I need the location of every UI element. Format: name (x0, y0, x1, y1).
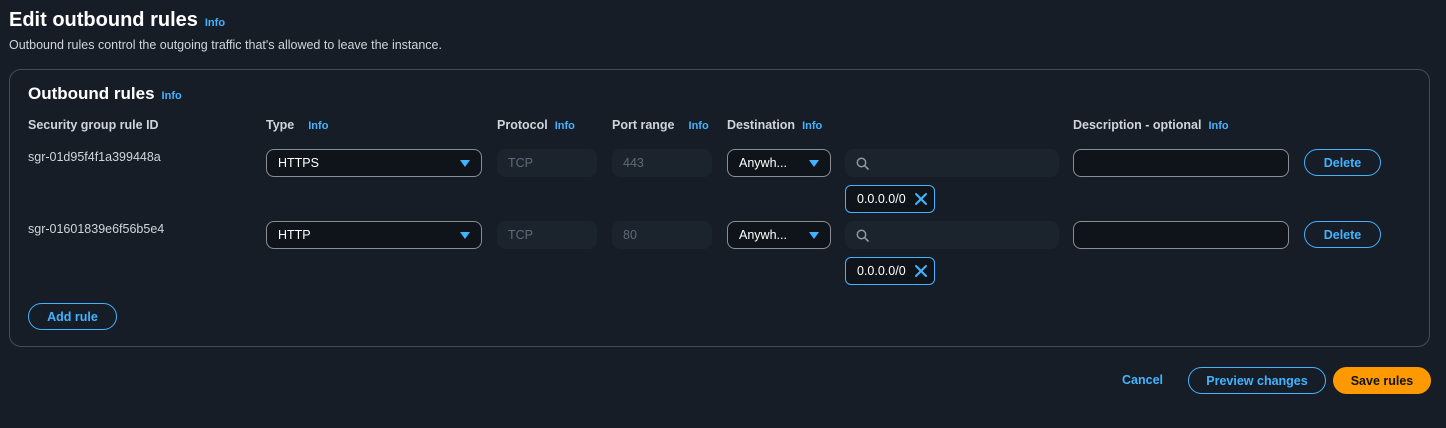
page-title-row: Edit outbound rules Info (9, 9, 225, 32)
destination-select-value: Anywh... (739, 156, 787, 170)
add-rule-button[interactable]: Add rule (28, 303, 117, 330)
destination-select[interactable]: Anywh... (727, 221, 831, 249)
cidr-token-label: 0.0.0.0/0 (857, 192, 906, 206)
column-header-destination-label: Destination (727, 118, 796, 132)
port-range-field: 80 (612, 221, 712, 249)
cidr-search-input[interactable] (845, 149, 1059, 177)
port-range-info-link[interactable]: Info (689, 120, 709, 132)
panel-title-row: Outbound rules Info (28, 84, 182, 104)
destination-info-link[interactable]: Info (802, 120, 822, 132)
column-header-port-range-label: Port range (612, 118, 675, 132)
close-icon[interactable] (914, 192, 928, 206)
column-header-type: Type Info (266, 118, 328, 132)
column-header-rule-id: Security group rule ID (28, 118, 159, 132)
cancel-button[interactable]: Cancel (1122, 373, 1163, 387)
description-input[interactable] (1073, 149, 1289, 177)
column-header-protocol-label: Protocol (497, 118, 548, 132)
outbound-rules-panel (9, 69, 1430, 347)
column-header-description: Description - optional Info (1073, 118, 1229, 132)
type-select-value: HTTP (278, 228, 311, 242)
description-input[interactable] (1073, 221, 1289, 249)
preview-changes-button[interactable]: Preview changes (1188, 367, 1326, 394)
caret-down-icon (460, 231, 470, 239)
column-header-protocol: Protocol Info (497, 118, 575, 132)
caret-down-icon (809, 231, 819, 239)
protocol-field: TCP (497, 149, 597, 177)
panel-title: Outbound rules (28, 84, 155, 103)
protocol-field: TCP (497, 221, 597, 249)
cidr-search-input[interactable] (845, 221, 1059, 249)
column-header-type-label: Type (266, 118, 295, 132)
type-select[interactable]: HTTP (266, 221, 482, 249)
panel-info-link[interactable]: Info (162, 90, 182, 102)
type-select[interactable]: HTTPS (266, 149, 482, 177)
protocol-info-link[interactable]: Info (555, 120, 575, 132)
save-rules-button[interactable]: Save rules (1333, 367, 1431, 394)
search-icon (856, 229, 869, 242)
caret-down-icon (809, 159, 819, 167)
page-subtitle: Outbound rules control the outgoing traf… (9, 38, 442, 52)
page-title: Edit outbound rules (9, 9, 198, 31)
destination-select-value: Anywh... (739, 228, 787, 242)
column-header-port-range: Port range Info (612, 118, 709, 132)
cidr-token: 0.0.0.0/0 (845, 185, 935, 213)
page-info-link[interactable]: Info (205, 17, 225, 29)
column-header-rule-id-label: Security group rule ID (28, 118, 159, 132)
description-info-link[interactable]: Info (1208, 120, 1228, 132)
delete-rule-button[interactable]: Delete (1304, 149, 1381, 176)
type-select-value: HTTPS (278, 156, 319, 170)
rule-id: sgr-01601839e6f56b5e4 (28, 222, 165, 236)
rule-id: sgr-01d95f4f1a399448a (28, 150, 161, 164)
port-range-field: 443 (612, 149, 712, 177)
close-icon[interactable] (914, 264, 928, 278)
column-header-description-label: Description - optional (1073, 118, 1202, 132)
cidr-token: 0.0.0.0/0 (845, 257, 935, 285)
column-header-destination: Destination Info (727, 118, 822, 132)
caret-down-icon (460, 159, 470, 167)
search-icon (856, 157, 869, 170)
type-info-link[interactable]: Info (308, 120, 328, 132)
cidr-token-label: 0.0.0.0/0 (857, 264, 906, 278)
delete-rule-button[interactable]: Delete (1304, 221, 1381, 248)
destination-select[interactable]: Anywh... (727, 149, 831, 177)
